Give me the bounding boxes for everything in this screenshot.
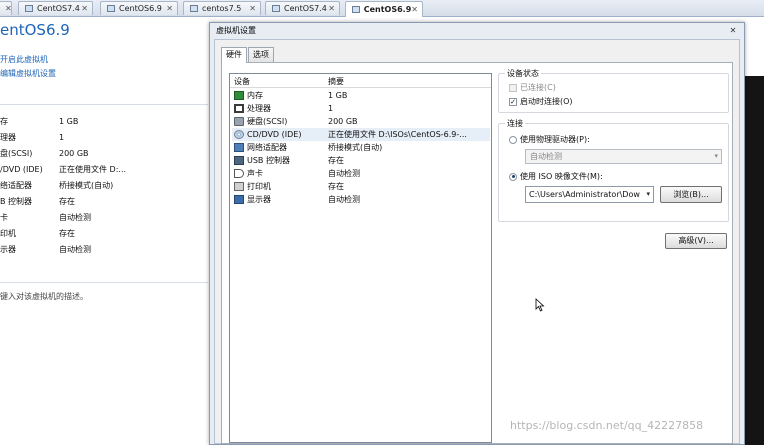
use-iso-image-radio[interactable]: 使用 ISO 映像文件(M):: [509, 171, 603, 182]
device-status-group: 设备状态 已连接(C) ✓ 启动时连接(O): [498, 68, 729, 113]
edit-settings-link[interactable]: 编辑虚拟机设置: [0, 67, 56, 81]
watermark: https://blog.csdn.net/qq_42227858: [510, 419, 704, 432]
processor-icon: [234, 104, 244, 113]
summary-row: B 控制器 存在: [0, 197, 75, 206]
vm-settings-dialog: 虚拟机设置 ✕ 硬件 选项 设备 摘要 内存 1 GB 处理器 1 硬盘(SCS…: [209, 22, 745, 445]
memory-icon: [234, 91, 244, 100]
tab-options[interactable]: 选项: [248, 47, 274, 62]
printer-icon: [234, 182, 244, 191]
tab-centos75[interactable]: centos7.5 ✕: [183, 1, 261, 15]
cd-dvd-icon: [234, 130, 244, 139]
usb-controller-icon: [234, 156, 244, 165]
close-icon[interactable]: ✕: [5, 4, 12, 13]
tab-overflow[interactable]: ✕: [0, 1, 12, 15]
dialog-body: 硬件 选项 设备 摘要 内存 1 GB 处理器 1 硬盘(SCSI) 200 G…: [214, 39, 740, 444]
browse-button[interactable]: 浏览(B)...: [660, 186, 722, 203]
vm-icon: [25, 5, 33, 12]
summary-row: 存1 GB: [0, 117, 79, 126]
vm-title: entOS6.9: [0, 21, 70, 39]
vm-tab-strip: ✕ CentOS7.4 ✕ CentOS6.9 ✕ centos7.5 ✕ Ce…: [0, 0, 764, 17]
close-icon[interactable]: ✕: [726, 26, 740, 36]
summary-row: 印机 存在: [0, 229, 75, 238]
chevron-down-icon: ▾: [714, 152, 718, 160]
summary-row: 示器 自动检测: [0, 245, 91, 254]
physical-drive-select[interactable]: 自动检测 ▾: [525, 149, 722, 164]
advanced-button[interactable]: 高级(V)...: [665, 233, 727, 249]
column-device[interactable]: 设备: [234, 76, 250, 87]
column-summary[interactable]: 摘要: [328, 76, 344, 87]
power-on-link[interactable]: 开启此虚拟机: [0, 53, 56, 67]
console-background: [745, 76, 764, 445]
device-row-memory[interactable]: 内存 1 GB: [232, 89, 490, 102]
checkbox-box: [509, 83, 517, 92]
tab-centos69-a[interactable]: CentOS6.9 ✕: [100, 1, 178, 15]
device-status-title: 设备状态: [505, 68, 541, 79]
display-icon: [234, 195, 244, 204]
tab-label: CentOS6.9: [119, 4, 162, 13]
hard-disk-icon: [234, 117, 244, 126]
summary-row: 卡自动检测: [0, 213, 91, 222]
close-icon[interactable]: ✕: [411, 5, 418, 14]
device-row-display[interactable]: 显示器 自动检测: [232, 193, 490, 206]
connection-title: 连接: [505, 118, 525, 129]
close-icon[interactable]: ✕: [249, 4, 256, 13]
summary-row: 络适配器 桥接模式(自动): [0, 181, 114, 190]
iso-path-combobox[interactable]: C:\Users\Administrator\Dow ▾: [525, 186, 654, 203]
radio-button: [509, 135, 517, 144]
device-row-sound-card[interactable]: 声卡 自动检测: [232, 167, 490, 180]
vm-icon: [107, 5, 115, 12]
use-physical-drive-radio[interactable]: 使用物理驱动器(P):: [509, 134, 590, 145]
tab-centos69-active[interactable]: CentOS6.9 ✕: [345, 1, 423, 17]
mouse-pointer-icon: [535, 298, 545, 312]
divider: [0, 104, 208, 105]
vm-icon: [272, 5, 280, 12]
tab-label: CentOS6.9: [363, 5, 412, 14]
chevron-down-icon[interactable]: ▾: [646, 187, 650, 202]
tab-label: CentOS7.4: [284, 4, 327, 13]
connect-at-power-on-checkbox[interactable]: ✓ 启动时连接(O): [509, 96, 573, 107]
device-row-hard-disk[interactable]: 硬盘(SCSI) 200 GB: [232, 115, 490, 128]
device-list[interactable]: 设备 摘要 内存 1 GB 处理器 1 硬盘(SCSI) 200 GB CD/D…: [229, 73, 492, 443]
radio-button-selected: [509, 172, 517, 181]
close-icon[interactable]: ✕: [166, 4, 173, 13]
vm-icon: [352, 6, 360, 13]
dialog-title: 虚拟机设置: [216, 26, 256, 35]
device-list-header: 设备 摘要: [230, 74, 491, 88]
vm-icon: [190, 5, 198, 12]
close-icon[interactable]: ✕: [81, 4, 88, 13]
tab-centos74-a[interactable]: CentOS7.4 ✕: [18, 1, 93, 15]
tab-label: centos7.5: [202, 4, 242, 13]
summary-row: 理器 1: [0, 133, 65, 142]
close-icon[interactable]: ✕: [328, 4, 335, 13]
checkmark-icon: ✓: [509, 97, 517, 106]
connected-checkbox[interactable]: 已连接(C): [509, 82, 556, 93]
device-row-network-adapter[interactable]: 网络适配器 桥接模式(自动): [232, 141, 490, 154]
tab-hardware[interactable]: 硬件: [221, 47, 247, 63]
tab-centos74-b[interactable]: CentOS7.4 ✕: [265, 1, 340, 15]
vm-actions: 开启此虚拟机 编辑虚拟机设置: [0, 53, 56, 81]
divider: [0, 282, 208, 283]
summary-row: 盘(SCSI) 200 GB: [0, 149, 89, 158]
connection-group: 连接 使用物理驱动器(P): 自动检测 ▾ 使用 ISO 映像文件(M): C:…: [498, 118, 729, 222]
sound-card-icon: [234, 169, 244, 178]
vm-summary: 存1 GB 理器 1 盘(SCSI) 200 GB /DVD (IDE) 正在使用文件…: [0, 114, 208, 258]
hardware-tab-panel: 设备 摘要 内存 1 GB 处理器 1 硬盘(SCSI) 200 GB CD/D…: [221, 62, 733, 444]
device-row-usb-controller[interactable]: USB 控制器 存在: [232, 154, 490, 167]
summary-row: /DVD (IDE) 正在使用文件 D:...: [0, 165, 127, 174]
device-row-printer[interactable]: 打印机 存在: [232, 180, 490, 193]
tab-label: CentOS7.4: [37, 4, 80, 13]
vm-description[interactable]: 键入对该虚拟机的描述。: [0, 291, 88, 302]
network-adapter-icon: [234, 143, 244, 152]
device-row-processor[interactable]: 处理器 1: [232, 102, 490, 115]
device-row-cd-dvd[interactable]: CD/DVD (IDE) 正在使用文件 D:\ISOs\CentOS-6.9-.…: [232, 128, 490, 141]
